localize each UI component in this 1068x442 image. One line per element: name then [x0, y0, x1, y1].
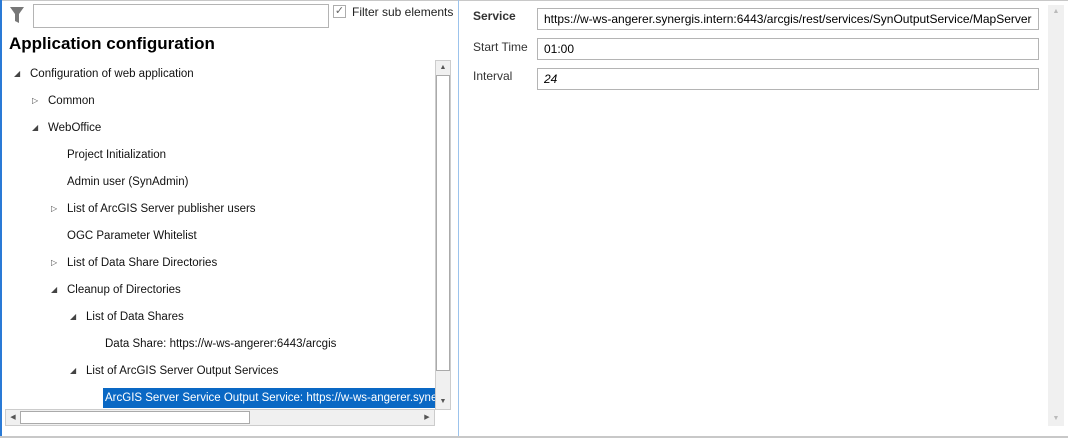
tree-item-label: Configuration of web application [30, 68, 194, 80]
tree-item[interactable]: ▷ List of Data Share Directories [5, 253, 435, 273]
service-input[interactable]: https://w-ws-angerer.synergis.intern:644… [537, 8, 1039, 30]
filter-sub-elements-checkbox[interactable]: ✓ [333, 5, 346, 18]
tree-item[interactable]: ◢ List of ArcGIS Server Output Services [5, 361, 435, 381]
tree-item[interactable]: OGC Parameter Whitelist [5, 226, 435, 246]
collapsed-arrow-icon[interactable]: ▷ [51, 199, 57, 219]
scroll-up-icon[interactable]: ▲ [1049, 5, 1063, 19]
filter-icon [10, 7, 24, 23]
filter-input[interactable] [33, 4, 329, 28]
tree-item[interactable]: ◢ List of Data Shares [5, 307, 435, 327]
expanded-arrow-icon[interactable]: ◢ [70, 361, 76, 381]
tree-item[interactable]: Data Share: https://w-ws-angerer:6443/ar… [5, 334, 435, 354]
tree-item-label: List of ArcGIS Server publisher users [67, 203, 256, 215]
tree-item[interactable]: ◢ Cleanup of Directories [5, 280, 435, 300]
vertical-scroll-thumb[interactable] [436, 75, 450, 371]
expanded-arrow-icon[interactable]: ◢ [70, 307, 76, 327]
filter-sub-elements-label: Filter sub elements [352, 5, 454, 19]
tree-vertical-scrollbar[interactable]: ▲ ▼ [435, 60, 451, 410]
tree-item-label: List of ArcGIS Server Output Services [86, 365, 279, 377]
page-title: Application configuration [9, 34, 215, 53]
tree-item-label: Admin user (SynAdmin) [67, 176, 189, 188]
tree-item[interactable]: ◢ WebOffice [5, 118, 435, 138]
scroll-right-icon[interactable]: ▶ [420, 411, 434, 425]
tree-item[interactable]: ▷ List of ArcGIS Server publisher users [5, 199, 435, 219]
scroll-down-icon[interactable]: ▼ [1049, 412, 1063, 426]
tree-item-label: Project Initialization [67, 149, 167, 161]
scroll-left-icon[interactable]: ◀ [6, 411, 20, 425]
service-label: Service [473, 9, 516, 23]
interval-input[interactable]: 24 [537, 68, 1039, 90]
expanded-arrow-icon[interactable]: ◢ [14, 64, 20, 84]
tree-item-label: List of Data Shares [86, 311, 184, 323]
bottom-border [0, 436, 1068, 438]
tree-item[interactable]: Admin user (SynAdmin) [5, 172, 435, 192]
panel-divider[interactable] [458, 0, 459, 437]
tree-horizontal-scrollbar[interactable]: ◀ ▶ [5, 409, 435, 426]
tree-item[interactable]: Project Initialization [5, 145, 435, 165]
scroll-down-icon[interactable]: ▼ [436, 395, 450, 409]
tree-item-label: OGC Parameter Whitelist [67, 230, 197, 242]
start-time-label: Start Time [473, 40, 528, 54]
tree-item-label: WebOffice [48, 122, 102, 134]
tree-item[interactable]: ArcGIS Server Service Output Service: ht… [5, 388, 435, 408]
tree-item-label: List of Data Share Directories [67, 257, 218, 269]
top-border [0, 0, 1068, 1]
expanded-arrow-icon[interactable]: ◢ [32, 118, 38, 138]
tree-item[interactable]: ◢ Configuration of web application [5, 64, 435, 84]
tree-item-label: Common [48, 95, 95, 107]
tree-item-label: Cleanup of Directories [67, 284, 181, 296]
horizontal-scroll-thumb[interactable] [20, 411, 250, 424]
tree-item[interactable]: ▷ Common [5, 91, 435, 111]
config-tree: ◢ Configuration of web application ▷ Common… [5, 60, 435, 410]
start-time-input[interactable]: 01:00 [537, 38, 1039, 60]
collapsed-arrow-icon[interactable]: ▷ [51, 253, 57, 273]
tree-item-label: Data Share: https://w-ws-angerer:6443/ar… [105, 338, 337, 350]
form-vertical-scrollbar[interactable]: ▲ ▼ [1048, 5, 1064, 426]
collapsed-arrow-icon[interactable]: ▷ [32, 91, 38, 111]
expanded-arrow-icon[interactable]: ◢ [51, 280, 57, 300]
scroll-up-icon[interactable]: ▲ [436, 61, 450, 75]
tree-item-label: ArcGIS Server Service Output Service: ht… [103, 388, 435, 408]
left-border [0, 0, 2, 437]
interval-label: Interval [473, 69, 513, 83]
